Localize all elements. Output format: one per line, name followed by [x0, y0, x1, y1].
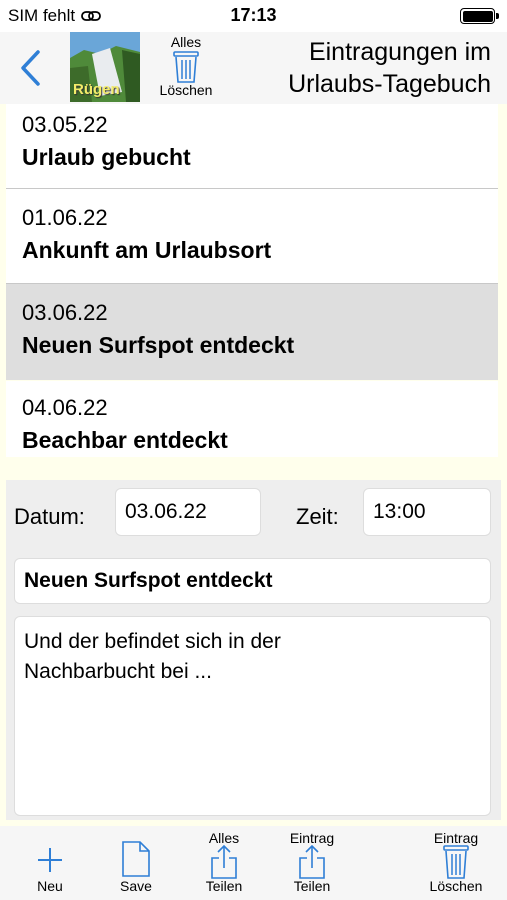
page-title: Eintragungen im Urlaubs-Tagebuch — [231, 36, 491, 100]
entry-date: 04.06.22 — [22, 395, 108, 420]
editor-panel: Datum: 03.06.22 Zeit: 13:00 Neuen Surfsp… — [6, 480, 501, 820]
page-title-line2: Urlaubs-Tagebuch — [288, 70, 491, 98]
delete-entry-label-bottom: Löschen — [429, 878, 483, 894]
share-icon — [211, 844, 237, 879]
date-value: 03.06.22 — [125, 500, 207, 523]
clear-all-label-bottom: Löschen — [159, 82, 213, 98]
time-label: Zeit: — [296, 504, 339, 529]
back-button[interactable] — [14, 46, 50, 90]
share-all-label-bottom: Teilen — [205, 878, 243, 894]
new-button[interactable]: Neu — [22, 826, 78, 900]
document-icon — [122, 841, 150, 877]
time-field[interactable]: 13:00 — [363, 488, 491, 536]
entry-title: Neuen Surfspot entdeckt — [22, 332, 295, 358]
destination-thumbnail: Rügen — [70, 32, 140, 102]
thumbnail-label: Rügen — [73, 81, 120, 98]
note-value: Und der befindet sich in der Nachbarbuch… — [24, 630, 281, 683]
share-icon — [299, 844, 325, 879]
note-text-area[interactable]: Und der befindet sich in der Nachbarbuch… — [14, 616, 491, 816]
save-label: Save — [120, 878, 152, 894]
entry-editor: Datum: 03.06.22 Zeit: 13:00 Neuen Surfsp… — [0, 476, 507, 826]
trash-icon — [443, 845, 469, 879]
date-field[interactable]: 03.06.22 — [115, 488, 261, 536]
entry-date: 03.05.22 — [22, 112, 108, 137]
entry-title-field[interactable]: Neuen Surfspot entdeckt — [14, 558, 491, 604]
save-button[interactable]: Save — [107, 826, 165, 900]
status-time: 17:13 — [230, 5, 277, 25]
page-title-line1: Eintragungen im — [308, 38, 491, 66]
date-label: Datum: — [14, 504, 85, 529]
new-label: Neu — [37, 878, 63, 894]
time-value: 13:00 — [373, 500, 426, 523]
list-item[interactable]: 01.06.22 Ankunft am Urlaubsort — [6, 189, 498, 283]
entry-title: Urlaub gebucht — [22, 144, 191, 170]
entry-date: 03.06.22 — [22, 300, 108, 325]
entry-title: Ankunft am Urlaubsort — [22, 237, 272, 263]
entry-list[interactable]: 03.05.22 Urlaub gebucht 01.06.22 Ankunft… — [0, 104, 507, 476]
plus-icon — [38, 848, 62, 872]
share-entry-button[interactable]: Eintrag Teilen — [278, 826, 346, 900]
entry-date: 01.06.22 — [22, 205, 108, 230]
navigation-bar: Rügen Alles Löschen Eintragungen im Urla… — [0, 32, 507, 104]
share-entry-label-bottom: Teilen — [293, 878, 331, 894]
entry-title: Beachbar entdeckt — [22, 427, 228, 453]
share-all-button[interactable]: Alles Teilen — [192, 826, 256, 900]
status-bar: SIM fehlt 17:13 — [0, 0, 507, 32]
trash-icon — [173, 51, 199, 83]
entry-title-value: Neuen Surfspot entdeckt — [24, 569, 273, 592]
back-chevron-icon — [21, 50, 40, 86]
bottom-toolbar: Neu Save Alles Teilen Eintrag Teilen Ein… — [0, 826, 507, 900]
battery-icon — [460, 8, 499, 24]
delete-entry-button[interactable]: Eintrag Löschen — [418, 826, 494, 900]
clear-all-button[interactable]: Alles Löschen — [150, 32, 222, 102]
list-item[interactable]: 04.06.22 Beachbar entdeckt — [6, 381, 498, 457]
list-item[interactable]: 03.05.22 Urlaub gebucht — [6, 104, 498, 188]
list-item-selected[interactable]: 03.06.22 Neuen Surfspot entdeckt — [6, 284, 498, 380]
